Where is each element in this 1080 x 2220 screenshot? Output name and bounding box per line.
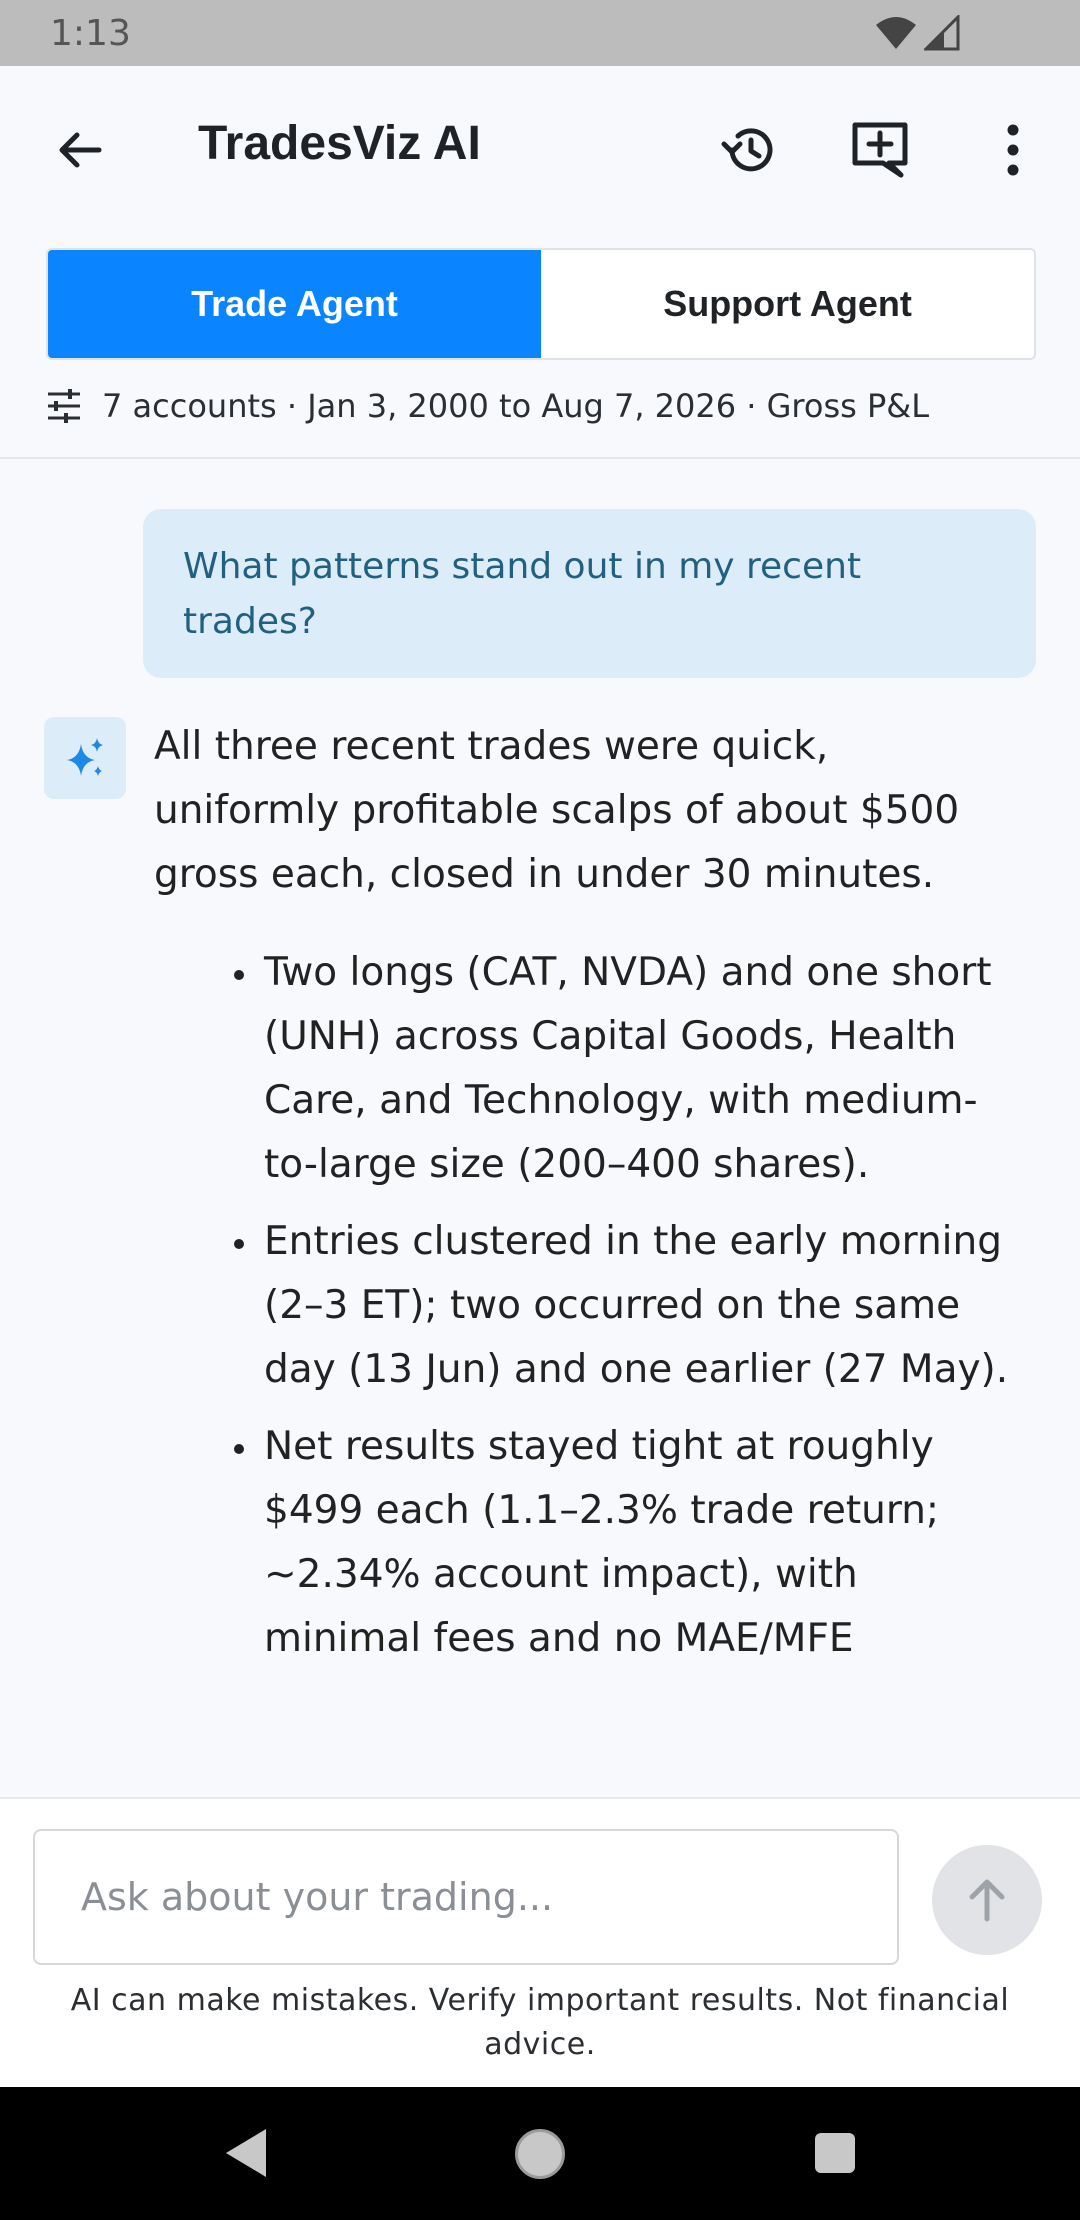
composer: Ask about your trading... AI can make mi… bbox=[0, 1797, 1080, 2087]
chat-input[interactable]: Ask about your trading... bbox=[33, 1829, 899, 1965]
nav-home-icon[interactable] bbox=[515, 2129, 565, 2179]
system-nav-bar bbox=[0, 2087, 1080, 2220]
filter-summary: 7 accounts · Jan 3, 2000 to Aug 7, 2026 … bbox=[102, 387, 930, 425]
chat-thread[interactable]: What patterns stand out in my recent tra… bbox=[0, 459, 1080, 1797]
more-vert-icon bbox=[1007, 124, 1019, 176]
app-bar: TradesViz AI bbox=[0, 66, 1080, 224]
tab-trade-agent[interactable]: Trade Agent bbox=[48, 250, 541, 358]
new-chat-icon bbox=[852, 122, 908, 178]
sparkle-icon bbox=[67, 738, 103, 776]
status-icons bbox=[874, 15, 960, 51]
send-button[interactable] bbox=[932, 1845, 1042, 1955]
tab-support-agent[interactable]: Support Agent bbox=[541, 250, 1034, 358]
ai-bullet-list: Two longs (CAT, NVDA) and one short (UNH… bbox=[154, 941, 1014, 1671]
filter-row[interactable]: 7 accounts · Jan 3, 2000 to Aug 7, 2026 … bbox=[46, 380, 929, 432]
user-message: What patterns stand out in my recent tra… bbox=[143, 509, 1036, 678]
ai-avatar bbox=[44, 717, 126, 799]
nav-back-icon[interactable] bbox=[222, 2125, 270, 2181]
ai-response: All three recent trades were quick, unif… bbox=[154, 715, 1014, 1684]
arrow-up-icon bbox=[969, 1879, 1005, 1922]
back-button[interactable] bbox=[40, 110, 120, 190]
tune-icon bbox=[48, 389, 80, 423]
list-item: Entries clustered in the early morning (… bbox=[154, 1210, 1014, 1402]
status-time: 1:13 bbox=[50, 12, 131, 54]
history-button[interactable] bbox=[710, 110, 790, 190]
list-item: Net results stayed tight at roughly $499… bbox=[154, 1415, 1014, 1671]
signal-icon bbox=[924, 15, 960, 51]
status-bar: 1:13 bbox=[0, 0, 1080, 66]
history-icon bbox=[721, 128, 773, 172]
list-item: Two longs (CAT, NVDA) and one short (UNH… bbox=[154, 941, 1014, 1197]
agent-tabs: Trade Agent Support Agent bbox=[46, 248, 1036, 360]
new-chat-button[interactable] bbox=[840, 110, 920, 190]
disclaimer: AI can make mistakes. Verify important r… bbox=[70, 1983, 1010, 2062]
ai-intro: All three recent trades were quick, unif… bbox=[154, 724, 960, 897]
more-options-button[interactable] bbox=[973, 110, 1053, 190]
nav-recents-icon[interactable] bbox=[815, 2133, 855, 2173]
back-arrow-icon bbox=[59, 132, 102, 168]
wifi-icon bbox=[876, 17, 916, 49]
app-title: TradesViz AI bbox=[198, 117, 481, 170]
